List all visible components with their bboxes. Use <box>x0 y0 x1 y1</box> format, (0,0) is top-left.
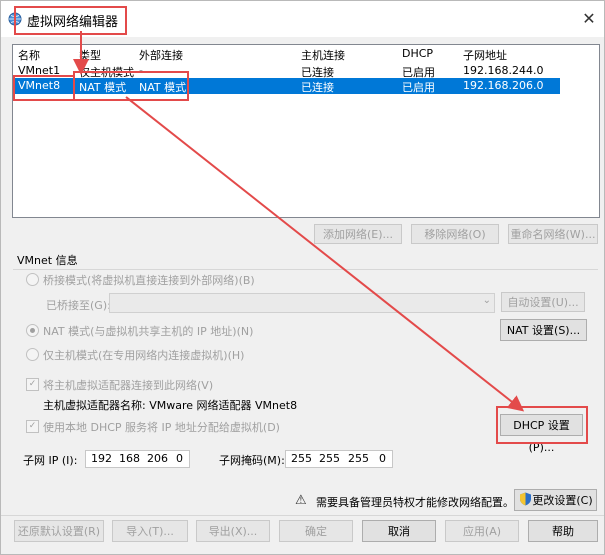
annotation-dhcp-box <box>496 406 588 444</box>
auto-settings-button[interactable]: 自动设置(U)... <box>501 292 585 312</box>
apply-button[interactable]: 应用(A) <box>445 520 519 542</box>
bridged-mode-radio[interactable] <box>26 273 39 286</box>
mask-octet: 255 <box>348 452 369 465</box>
shield-icon <box>520 492 531 506</box>
admin-notice: 需要具备管理员特权才能修改网络配置。 <box>316 496 514 509</box>
subnet-mask-label: 子网掩码(M): <box>219 454 285 467</box>
virtual-network-editor-window: 虚拟网络编辑器 ✕ 名称 类型 外部连接 主机连接 DHCP 子网地址 VMne… <box>0 0 605 555</box>
column-header-external[interactable]: 外部连接 <box>139 47 183 63</box>
connect-adapter-label: 将主机虚拟适配器连接到此网络(V) <box>43 379 214 392</box>
bridged-to-select[interactable]: ⌄ <box>109 293 495 313</box>
add-network-button[interactable]: 添加网络(E)... <box>314 224 402 244</box>
adapter-name-label: 主机虚拟适配器名称: VMware 网络适配器 VMnet8 <box>43 399 298 412</box>
annotation-nat-mode-box <box>73 71 189 101</box>
column-header-host[interactable]: 主机连接 <box>301 47 345 63</box>
annotation-title-box <box>14 6 127 35</box>
nat-settings-button[interactable]: NAT 设置(S)... <box>500 319 587 341</box>
nat-mode-label: NAT 模式(与虚拟机共享主机的 IP 地址)(N) <box>43 325 254 338</box>
bridged-mode-label: 桥接模式(将虚拟机直接连接到外部网络)(B) <box>43 274 255 287</box>
nat-mode-radio[interactable] <box>26 324 39 337</box>
table-cell: 192.168.206.0 <box>463 79 544 92</box>
column-header-dhcp[interactable]: DHCP <box>402 47 433 60</box>
bridged-to-label: 已桥接至(G): <box>46 299 111 312</box>
annotation-vmnet8-box <box>13 75 75 101</box>
table-cell: 已启用 <box>402 81 435 94</box>
ip-octet: 206 <box>147 452 168 465</box>
export-button[interactable]: 导出(X)... <box>196 520 270 542</box>
restore-defaults-button[interactable]: 还原默认设置(R) <box>14 520 104 542</box>
chevron-down-icon: ⌄ <box>482 295 491 306</box>
ip-octet: 192 <box>91 452 112 465</box>
host-only-mode-radio[interactable] <box>26 348 39 361</box>
import-button[interactable]: 导入(T)... <box>112 520 188 542</box>
subnet-ip-label: 子网 IP (I): <box>23 454 78 467</box>
host-only-mode-label: 仅主机模式(在专用网络内连接虚拟机)(H) <box>43 349 245 362</box>
column-header-subnet[interactable]: 子网地址 <box>463 47 507 63</box>
close-icon[interactable]: ✕ <box>579 9 599 29</box>
dhcp-checkbox[interactable]: ✓ <box>26 420 39 433</box>
footer-divider <box>1 515 604 516</box>
network-list-header: 名称 类型 外部连接 主机连接 DHCP 子网地址 <box>13 46 599 62</box>
remove-network-button[interactable]: 移除网络(O) <box>411 224 499 244</box>
mask-octet: 255 <box>291 452 312 465</box>
table-cell: 已连接 <box>301 81 334 94</box>
warning-icon: ⚠ <box>295 493 307 508</box>
dhcp-label: 使用本地 DHCP 服务将 IP 地址分配给虚拟机(D) <box>43 421 280 434</box>
ip-octet: 168 <box>119 452 140 465</box>
column-header-type[interactable]: 类型 <box>79 47 101 63</box>
group-divider <box>13 269 598 270</box>
vmnet-info-heading: VMnet 信息 <box>17 254 78 267</box>
ok-button[interactable]: 确定 <box>279 520 353 542</box>
ip-octet: 0 <box>176 452 183 465</box>
help-button[interactable]: 帮助 <box>528 520 598 542</box>
mask-octet: 255 <box>319 452 340 465</box>
connect-adapter-checkbox[interactable]: ✓ <box>26 378 39 391</box>
column-header-name[interactable]: 名称 <box>18 47 40 63</box>
table-cell: 192.168.244.0 <box>463 64 544 77</box>
cancel-button[interactable]: 取消 <box>362 520 436 542</box>
mask-octet: 0 <box>379 452 386 465</box>
change-settings-label: 更改设置(C) <box>532 494 593 507</box>
subnet-ip-input[interactable]: 192 168 206 0 <box>85 450 190 468</box>
subnet-mask-input[interactable]: 255 255 255 0 <box>285 450 393 468</box>
rename-network-button[interactable]: 重命名网络(W)... <box>508 224 598 244</box>
